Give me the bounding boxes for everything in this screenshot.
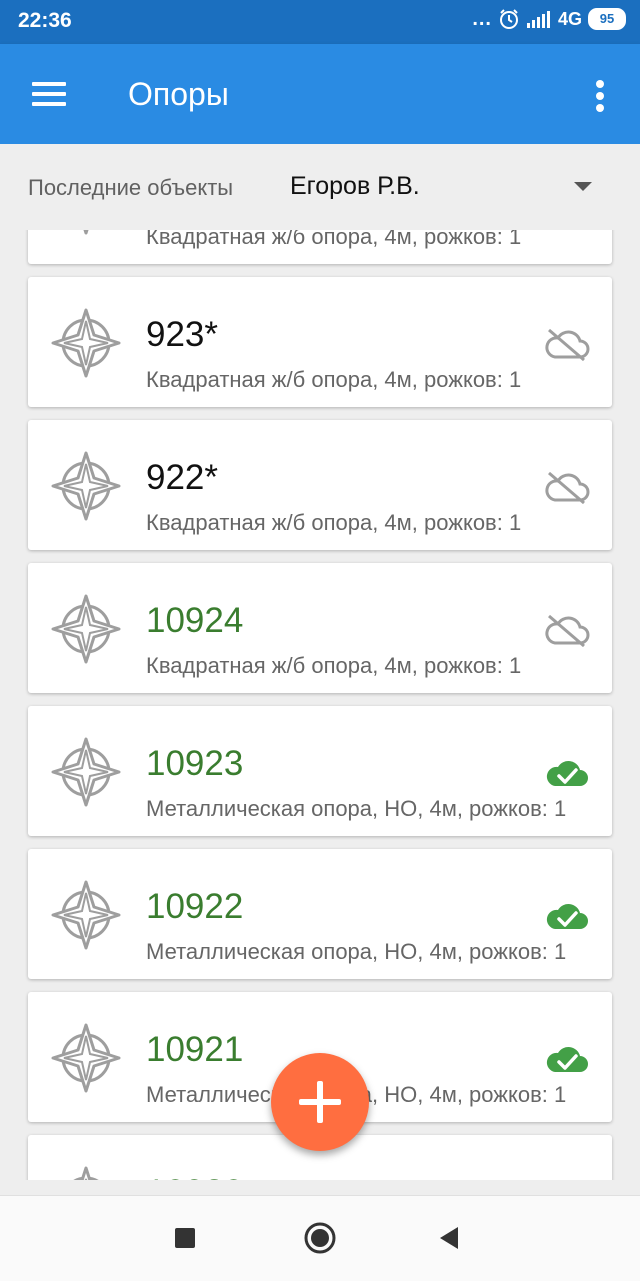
system-nav-bar (0, 1195, 640, 1281)
item-subtitle: Металлическая опора, НО, 4м, рожков: 1 (146, 939, 567, 964)
item-title: 922* (146, 458, 219, 497)
hamburger-line (32, 92, 66, 96)
dropdown-value: Егоров Р.В. (290, 172, 420, 200)
back-icon[interactable] (430, 1218, 470, 1258)
more-vert-dot (596, 92, 604, 100)
menu-button[interactable] (24, 74, 74, 114)
pole-icon (50, 450, 122, 522)
item-subtitle: Квадратная ж/б опора, 4м, рожков: 1 (146, 230, 522, 249)
cloud-done-icon (544, 899, 590, 933)
pole-icon (50, 736, 122, 808)
pole-icon (50, 879, 122, 951)
home-icon[interactable] (300, 1218, 340, 1258)
cloud-done-icon (544, 1042, 590, 1076)
plus-icon-vertical (317, 1081, 323, 1123)
app-bar: Опоры (0, 44, 640, 144)
network-type: 4G (557, 8, 582, 29)
pole-icon (50, 307, 122, 379)
status-time: 22:36 (18, 9, 72, 32)
app-title: Опоры (128, 76, 229, 112)
status-icons: ... 4G 95 (472, 8, 626, 30)
item-subtitle: Квадратная ж/б опора, 4м, рожков: 1 (146, 653, 522, 678)
more-vert-icon (596, 80, 604, 88)
filter-row: Последние объекты Егоров Р.В. (0, 144, 640, 230)
list-item[interactable]: 923* Квадратная ж/б опора, 4м, рожков: 1 (28, 277, 612, 407)
dropdown-arrow-icon (574, 182, 592, 191)
list-item[interactable]: Квадратная ж/б опора, 4м, рожков: 1 (28, 230, 612, 264)
item-title: 10923 (146, 744, 244, 783)
item-title: 923* (146, 315, 219, 354)
object-list[interactable]: Квадратная ж/б опора, 4м, рожков: 1 923*… (0, 230, 640, 1180)
alarm-icon (499, 9, 518, 29)
list-item[interactable]: 922* Квадратная ж/б опора, 4м, рожков: 1 (28, 420, 612, 550)
item-title: 10922 (146, 887, 244, 926)
pole-icon (50, 230, 122, 236)
pole-icon (50, 593, 122, 665)
hamburger-line (32, 102, 66, 106)
signal-icon (526, 11, 550, 28)
item-title: 10921 (146, 1030, 244, 1069)
filter-label: Последние объекты (28, 175, 234, 200)
item-title: 10920 (146, 1173, 243, 1180)
item-subtitle: Квадратная ж/б опора, 4м, рожков: 1 (146, 367, 522, 392)
cloud-off-icon (544, 613, 590, 647)
list-item[interactable]: 10922 Металлическая опора, НО, 4м, рожко… (28, 849, 612, 979)
status-bar: 22:36 ... 4G 95 (0, 0, 640, 44)
cloud-off-icon (544, 327, 590, 361)
item-subtitle: Квадратная ж/б опора, 4м, рожков: 1 (146, 510, 522, 535)
cloud-done-icon (544, 756, 590, 790)
list-item[interactable]: 10923 Металлическая опора, НО, 4м, рожко… (28, 706, 612, 836)
item-title: 10924 (146, 601, 244, 640)
cloud-off-icon (544, 470, 590, 504)
more-vert-dot (596, 104, 604, 112)
pole-icon (50, 1022, 122, 1094)
notification-dots: ... (472, 8, 492, 30)
battery-icon: 95 (588, 8, 626, 30)
user-dropdown[interactable]: Егоров Р.В. (290, 170, 610, 210)
pole-icon (50, 1165, 122, 1180)
list-item[interactable]: 10924 Квадратная ж/б опора, 4м, рожков: … (28, 563, 612, 693)
add-button[interactable] (271, 1053, 369, 1151)
hamburger-icon (32, 82, 66, 86)
item-subtitle: Металлическая опора, НО, 4м, рожков: 1 (146, 796, 567, 821)
recent-apps-icon[interactable] (165, 1218, 205, 1258)
overflow-menu-button[interactable] (580, 74, 620, 118)
